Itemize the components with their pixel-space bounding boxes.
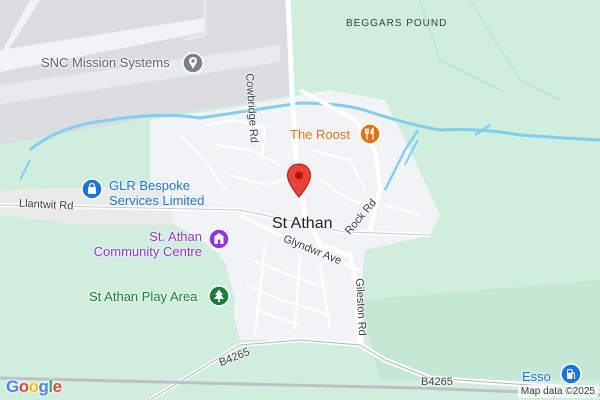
place-label-st-athan[interactable]: St Athan	[272, 215, 333, 233]
poi-label-glr-line2: Services Limited	[109, 193, 205, 208]
poi-label-the-roost[interactable]: The Roost	[290, 127, 350, 142]
tree-park-icon[interactable]	[208, 285, 230, 307]
road-label-b4265-east: B4265	[421, 376, 453, 388]
location-pin-icon[interactable]	[286, 163, 312, 199]
restaurant-icon[interactable]	[359, 123, 381, 145]
map-attribution[interactable]: Map data ©2025	[517, 385, 598, 398]
poi-label-glr-line1: GLR Bespoke	[109, 178, 190, 193]
google-logo-letter: e	[52, 377, 62, 396]
business-icon[interactable]	[182, 52, 204, 74]
poi-label-community-line1: St. Athan	[149, 229, 202, 244]
google-logo-letter: G	[6, 377, 19, 396]
poi-label-snc-mission-systems[interactable]: SNC Mission Systems	[41, 55, 170, 70]
shopping-bag-icon[interactable]	[81, 178, 103, 200]
map-view[interactable]: BEGGARS POUND St Athan SNC Mission Syste…	[0, 0, 600, 400]
community-building-icon[interactable]	[208, 228, 230, 250]
poi-label-community-centre[interactable]: St. Athan Community Centre	[88, 229, 202, 259]
poi-label-glr-bespoke[interactable]: GLR Bespoke Services Limited	[109, 178, 204, 208]
google-logo-letter: g	[38, 377, 49, 396]
google-logo-letter: o	[28, 377, 39, 396]
google-logo[interactable]: Google	[6, 377, 62, 397]
google-logo-letter: o	[18, 377, 29, 396]
poi-label-play-area[interactable]: St Athan Play Area	[89, 289, 197, 304]
place-label-beggars-pound[interactable]: BEGGARS POUND	[346, 18, 447, 29]
gas-station-icon[interactable]	[560, 363, 582, 385]
poi-label-community-line2: Community Centre	[93, 244, 202, 259]
poi-label-esso[interactable]: Esso	[522, 369, 551, 384]
